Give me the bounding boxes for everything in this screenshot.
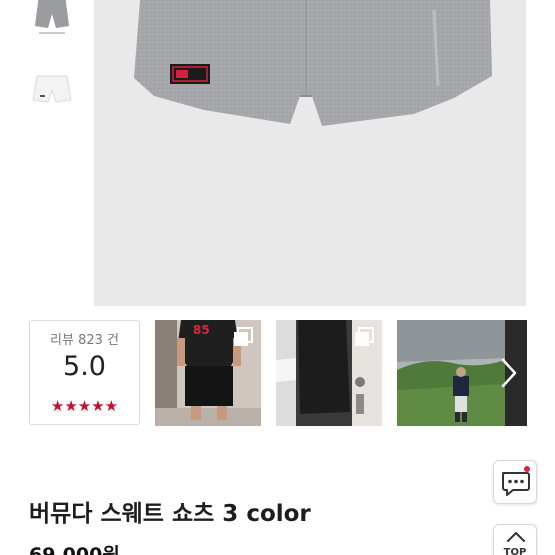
chevron-up-icon xyxy=(507,532,525,542)
chat-button[interactable] xyxy=(493,460,537,504)
review-count: 리뷰 823 건 xyxy=(50,333,119,348)
notification-dot xyxy=(524,466,530,472)
product-price: 69,000원 xyxy=(29,544,120,555)
review-photo-1[interactable]: 85 xyxy=(155,320,261,426)
scroll-top-button[interactable]: TOP xyxy=(493,524,537,555)
product-title: 버뮤다 스웨트 쇼츠 3 color xyxy=(29,501,311,527)
brand-patch xyxy=(170,64,210,84)
chevron-right-icon[interactable] xyxy=(497,356,521,390)
svg-text:85: 85 xyxy=(193,323,210,337)
thumbnail-gray-shorts[interactable] xyxy=(28,0,76,46)
review-score: 5.0 xyxy=(63,351,106,382)
review-photo-3[interactable] xyxy=(397,320,505,426)
chat-icon xyxy=(502,472,530,496)
review-photo-2[interactable] xyxy=(276,320,382,426)
multi-photo-icon xyxy=(354,327,374,347)
star-rating: ★★★★★ xyxy=(50,397,119,415)
main-product-image xyxy=(94,0,526,306)
review-summary-card[interactable]: 리뷰 823 건 5.0 ★★★★★ xyxy=(29,320,140,425)
product-detail-page: 리뷰 823 건 5.0 ★★★★★ 85 버뮤다 스웨트 쇼츠 3 color… xyxy=(0,0,555,555)
thumbnail-white-shorts[interactable] xyxy=(28,62,76,120)
multi-photo-icon xyxy=(233,327,253,347)
top-label: TOP xyxy=(503,547,527,555)
